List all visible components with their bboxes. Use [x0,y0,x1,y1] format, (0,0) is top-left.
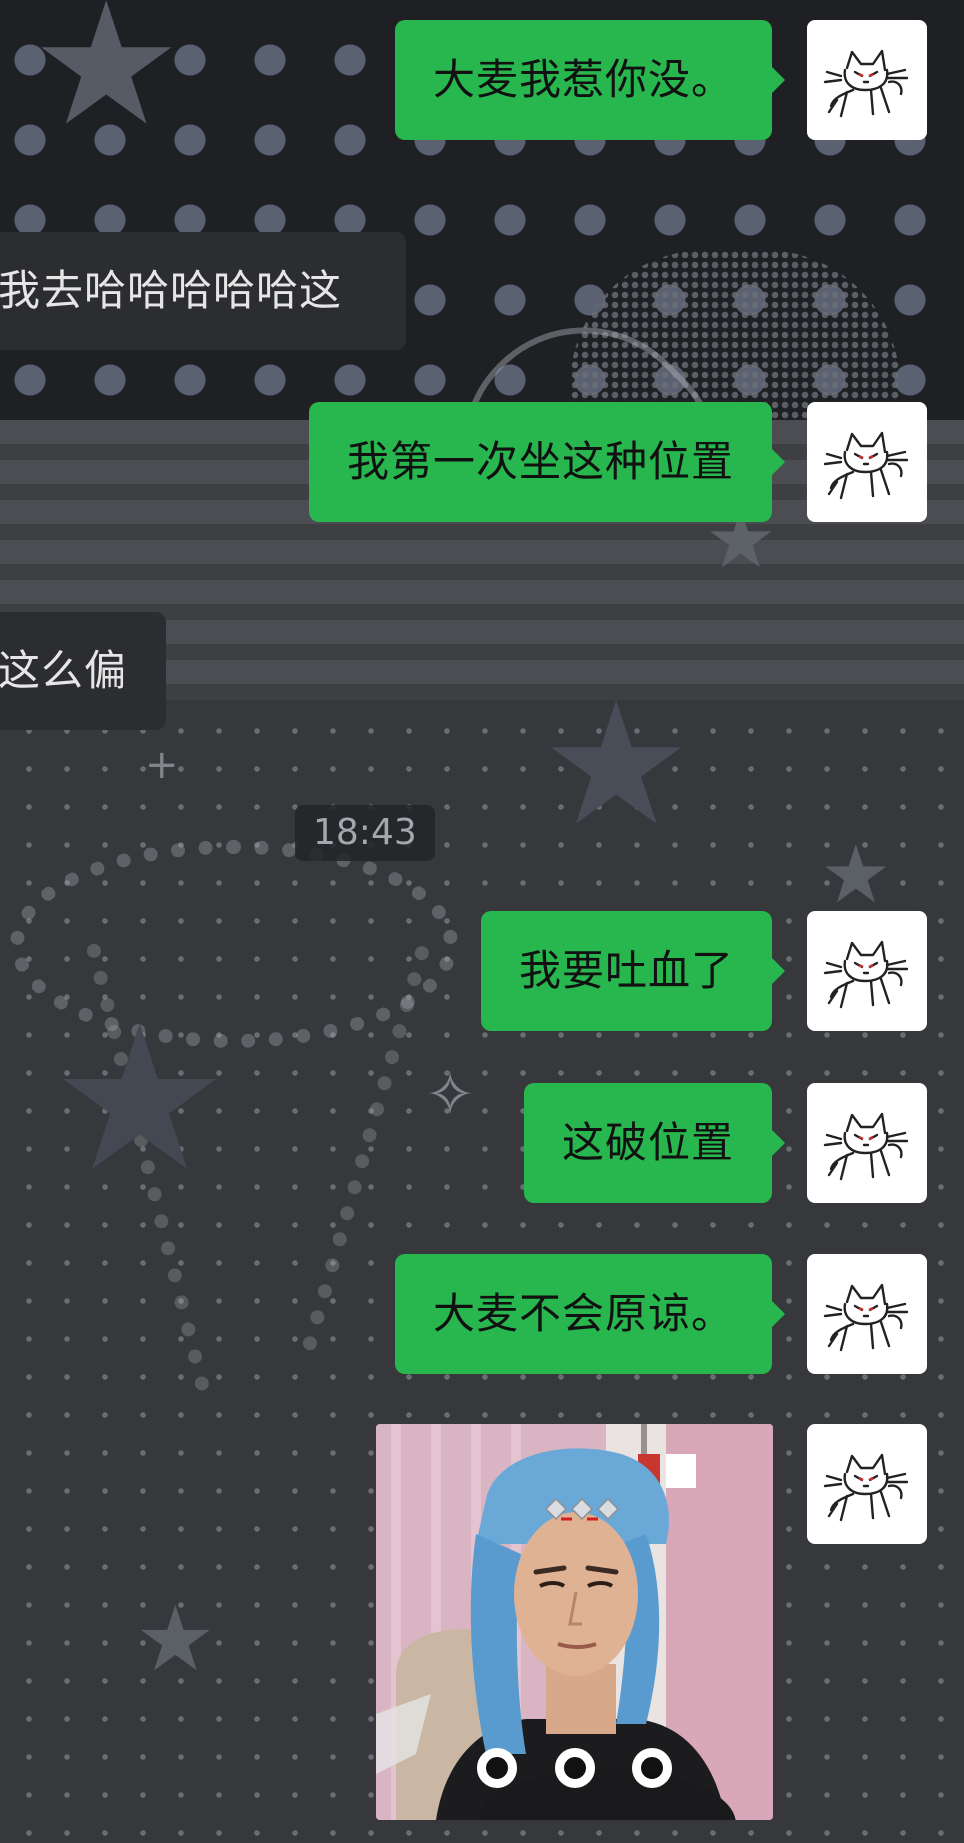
three-dot-loading-icon [376,1748,773,1792]
cat-doodle-avatar-icon [823,431,909,500]
message-row-outgoing: 我第一次坐这种位置 [0,402,964,522]
cat-doodle-avatar-icon [823,49,909,118]
avatar[interactable] [807,402,927,522]
avatar[interactable] [807,911,927,1031]
timestamp-divider: 18:43 [295,805,435,861]
avatar[interactable] [807,1083,927,1203]
cat-doodle-avatar-icon [823,1283,909,1352]
avatar[interactable] [807,1424,927,1544]
message-bubble[interactable]: 我去哈哈哈哈哈这 [0,232,406,350]
cat-doodle-avatar-icon [823,1453,909,1522]
dot-indicator [477,1748,518,1788]
dot-indicator [554,1748,595,1788]
chat-message-list[interactable]: 大麦我惹你没。 我去哈哈哈哈哈这 我第一次坐这种位置 这么偏 18:43 我要吐… [0,0,964,1843]
message-bubble[interactable]: 这么偏 [0,612,166,730]
message-row-incoming: 这么偏 [0,612,964,730]
message-row-outgoing: 这破位置 [0,1083,964,1203]
message-row-outgoing: 大麦我惹你没。 [0,20,964,140]
message-bubble[interactable]: 大麦我惹你没。 [394,20,786,140]
message-row-outgoing: 大麦不会原谅。 [0,1254,964,1374]
cat-doodle-avatar-icon [823,940,909,1009]
message-row-incoming: 我去哈哈哈哈哈这 [0,232,964,350]
avatar[interactable] [807,20,927,140]
message-bubble[interactable]: 我第一次坐这种位置 [308,402,786,522]
message-row-outgoing: 我要吐血了 [0,911,964,1031]
message-bubble[interactable]: 大麦不会原谅。 [394,1254,786,1374]
image-message[interactable] [376,1424,773,1820]
dot-indicator [631,1748,672,1788]
message-bubble[interactable]: 这破位置 [523,1083,786,1203]
avatar[interactable] [807,1254,927,1374]
cat-doodle-avatar-icon [823,1112,909,1181]
message-bubble[interactable]: 我要吐血了 [480,911,786,1031]
